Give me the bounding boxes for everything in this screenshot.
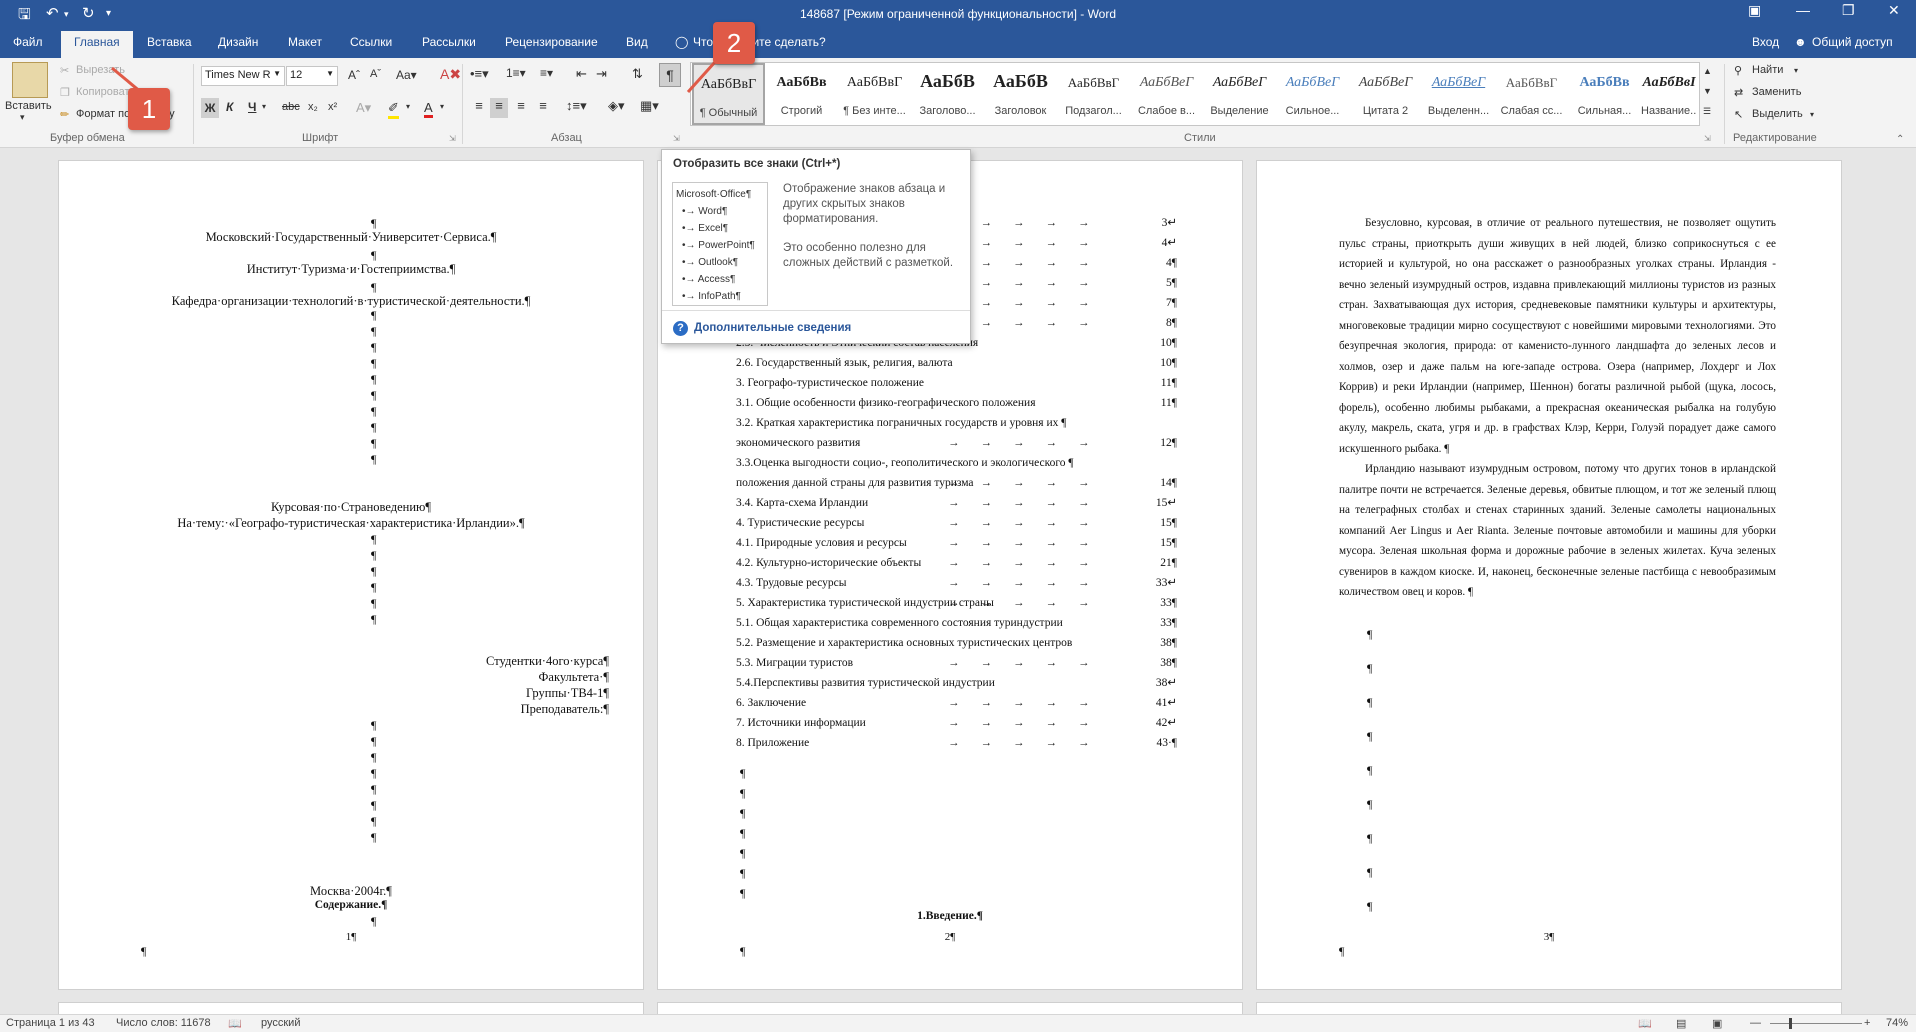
step-1-badge: 1: [128, 88, 170, 130]
arrow-2: [686, 60, 717, 94]
paragraph-mark: ¶: [740, 886, 746, 900]
step-2-badge: 2: [713, 22, 755, 64]
toc-page: →→→→→ 15¶: [948, 537, 1177, 549]
zoom-slider-thumb[interactable]: [1789, 1018, 1792, 1029]
read-mode-icon[interactable]: 📖: [1638, 1017, 1652, 1030]
zoom-in-icon[interactable]: +: [1864, 1017, 1870, 1029]
tooltip-preview-image: Microsoft·Office¶ •→ Word¶ •→ Excel¶ •→ …: [672, 182, 768, 306]
toc-page: 11¶: [1160, 397, 1177, 409]
paragraph-mark: ¶: [740, 806, 746, 820]
page-number: 1¶: [345, 931, 357, 943]
group-line: Группы·ТВ4-1¶: [525, 686, 609, 700]
tooltip-description: Отображение знаков абзаца и других скрыт…: [783, 183, 954, 269]
toc-page: →→→→→ 15↵: [948, 497, 1177, 509]
body-paragraph-2: Ирландию называют изумрудным островом, п…: [1339, 463, 1776, 598]
paragraph-mark: ¶: [141, 944, 147, 958]
paragraph-mark: ¶: [1339, 944, 1345, 958]
paragraph-mark-column: ¶ ¶ ¶ ¶ ¶ ¶ ¶ ¶ ¶ ¶: [371, 308, 377, 466]
toc-page: →→→→→ 14¶: [948, 477, 1177, 489]
toc-page: →→→→→ 41↵: [948, 697, 1177, 709]
annotation-arrows: [111, 60, 717, 100]
toc-page: 38¶: [1160, 637, 1177, 649]
paragraph-mark: ¶: [740, 866, 746, 880]
toc-page: 10¶: [1160, 357, 1177, 369]
toc-page: →→→→→ 43·¶: [948, 737, 1177, 749]
institute-line: Институт·Туризма·и·Гостеприимства.¶: [246, 262, 456, 276]
toc-page: 33¶: [1160, 617, 1177, 629]
paragraph-mark: ¶: [371, 914, 377, 928]
page-number: 3¶: [1543, 931, 1555, 943]
faculty-line: Факультета·¶: [538, 670, 609, 684]
show-marks-tooltip: Отобразить все знаки (Ctrl+*) Microsoft·…: [661, 149, 971, 344]
introduction-heading: 1.Введение.¶: [917, 910, 983, 922]
print-layout-icon[interactable]: ▤: [1676, 1017, 1686, 1030]
paragraph-mark: ¶: [740, 766, 746, 780]
proofing-icon[interactable]: 📖: [228, 1017, 242, 1030]
status-bar: Страница 1 из 43 Число слов: 11678 📖 рус…: [0, 1014, 1916, 1032]
language[interactable]: русский: [261, 1017, 300, 1029]
student-line: Студентки·4ого·курса¶: [486, 654, 609, 668]
university-line: Московский·Государственный·Университет·С…: [205, 230, 497, 244]
toc-entry: 3.2. Краткая характеристика пограничных …: [736, 417, 1067, 429]
toc-page: →→→→→ 42↵: [948, 717, 1177, 729]
teacher-line: Преподаватель:¶: [520, 702, 609, 716]
course-line: Курсовая·по·Страноведению¶: [270, 500, 432, 514]
zoom-slider[interactable]: [1770, 1023, 1862, 1024]
paragraph-mark: ¶: [740, 944, 746, 958]
toc-entry: 3.3.Оценка выгодности социо-, геополитич…: [736, 457, 1074, 469]
paragraph-mark: ¶: [740, 826, 746, 840]
zoom-level[interactable]: 74%: [1886, 1017, 1908, 1029]
page-number: 2¶: [944, 931, 956, 943]
toc-page: →→→→→ 33¶: [948, 597, 1177, 609]
contents-heading: Содержание.¶: [314, 899, 388, 911]
paragraph-mark: ¶: [740, 786, 746, 800]
page-3[interactable]: Безусловно, курсовая, в отличие от реаль…: [1256, 160, 1842, 990]
toc-page: →→→→→ 12¶: [948, 437, 1177, 449]
topic-line: На·тему:·«Географо-туристическая·характе…: [177, 516, 525, 530]
help-icon: ?: [673, 321, 688, 336]
toc-page: →→→→→ 33↵: [948, 577, 1177, 589]
tooltip-divider: [662, 310, 970, 311]
department-line: Кафедра·организации·технологий·в·туристи…: [171, 294, 531, 308]
tooltip-more-info-link[interactable]: ? Дополнительные сведения: [673, 321, 851, 336]
web-layout-icon[interactable]: ▣: [1712, 1017, 1722, 1030]
paragraph-mark-column: ¶ ¶ ¶ ¶ ¶ ¶ ¶ ¶: [371, 718, 377, 844]
page-1[interactable]: ¶ Московский·Государственный·Университет…: [58, 160, 644, 990]
toc-page: →→→→→ 21¶: [948, 557, 1177, 569]
toc-page: 38↵: [1155, 677, 1177, 689]
paragraph-mark-column: ¶ ¶ ¶ ¶ ¶ ¶ ¶ ¶ ¶: [1367, 627, 1373, 913]
toc-page: →→→→→ 15¶: [948, 517, 1177, 529]
toc-page: →→→→→ 38¶: [948, 657, 1177, 669]
page-count[interactable]: Страница 1 из 43: [6, 1017, 95, 1029]
paragraph-mark: ¶: [740, 846, 746, 860]
body-paragraph-1: Безусловно, курсовая, в отличие от реаль…: [1339, 217, 1776, 455]
toc-page: 11¶: [1160, 377, 1177, 389]
paragraph-mark-column: ¶ ¶ ¶ ¶ ¶ ¶: [371, 532, 377, 626]
zoom-out-icon[interactable]: —: [1750, 1017, 1761, 1029]
word-count[interactable]: Число слов: 11678: [116, 1017, 211, 1029]
